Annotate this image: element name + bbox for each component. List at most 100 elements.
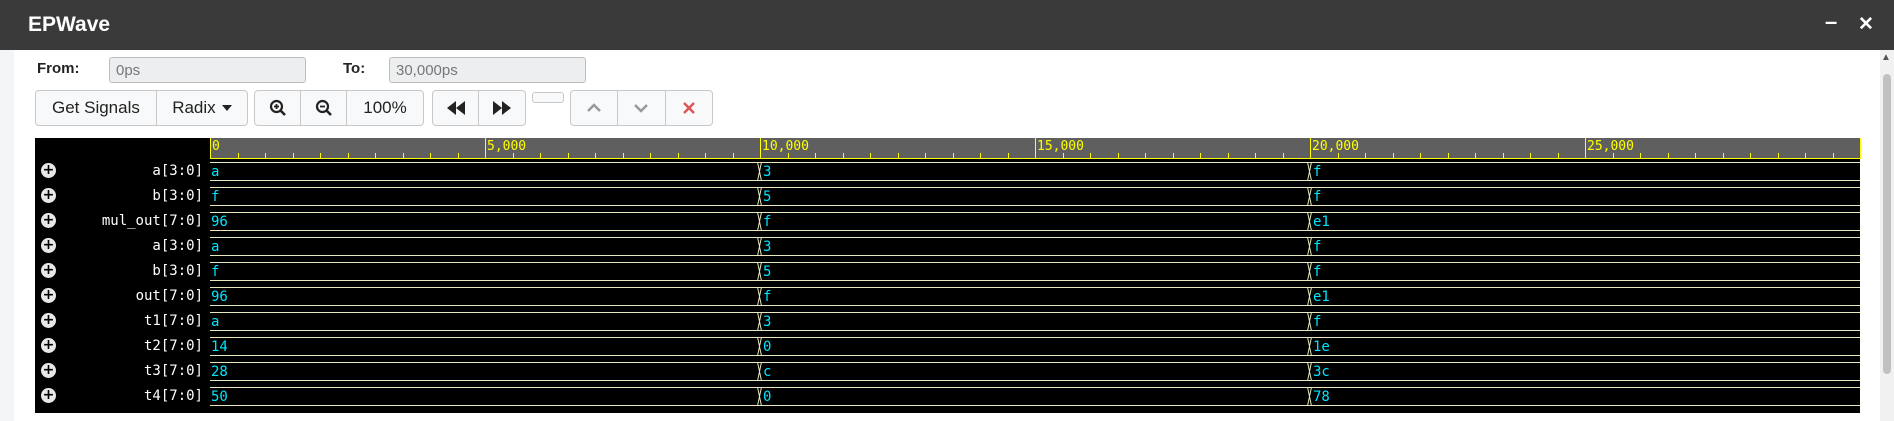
signal-label-cell: + a[3:0] xyxy=(35,159,203,184)
waveform-bottom-edge xyxy=(210,380,1860,381)
signal-waveform[interactable]: 50 0 78 xyxy=(210,384,1860,409)
signal-waveform[interactable]: a 3 f xyxy=(210,159,1860,184)
from-input[interactable] xyxy=(109,57,306,83)
get-signals-button[interactable]: Get Signals xyxy=(36,91,157,125)
waveform-top-edge xyxy=(210,362,1860,363)
signal-name[interactable]: out[7:0] xyxy=(68,288,203,304)
signal-row[interactable]: + b[3:0] f 5 f xyxy=(35,184,1860,209)
signal-row[interactable]: + a[3:0] a 3 f xyxy=(35,234,1860,259)
expand-plus-icon[interactable]: + xyxy=(41,188,56,203)
signal-name[interactable]: t3[7:0] xyxy=(68,363,203,379)
waveform-top-edge xyxy=(210,237,1860,238)
radix-dropdown[interactable]: Radix xyxy=(157,91,247,125)
window-title: EPWave xyxy=(28,13,111,36)
signal-row[interactable]: + t3[7:0] 28 c 3c xyxy=(35,359,1860,384)
remove-signal-button[interactable] xyxy=(666,91,712,125)
ruler-tick xyxy=(210,138,211,159)
signal-name[interactable]: b[3:0] xyxy=(68,263,203,279)
ruler-tick xyxy=(485,138,486,159)
expand-plus-icon[interactable]: + xyxy=(41,338,56,353)
expand-plus-icon[interactable]: + xyxy=(41,213,56,228)
signal-value: f xyxy=(1313,239,1322,255)
signal-row[interactable]: + a[3:0] a 3 f xyxy=(35,159,1860,184)
signal-row[interactable]: + t4[7:0] 50 0 78 xyxy=(35,384,1860,409)
rewind-button[interactable] xyxy=(433,91,480,125)
signal-value: 3c xyxy=(1313,364,1330,380)
signal-waveform[interactable]: a 3 f xyxy=(210,309,1860,334)
waveform-bottom-edge xyxy=(210,280,1860,281)
signal-row[interactable]: + t1[7:0] a 3 f xyxy=(35,309,1860,334)
waveform-viewer[interactable]: 0 5,000 10,000 15,000 20,000 25,000 + a[3:0] a 3… xyxy=(35,138,1861,413)
signal-row[interactable]: + out[7:0] 96 f e1 xyxy=(35,284,1860,309)
signal-name[interactable]: t4[7:0] xyxy=(68,388,203,404)
minimize-button[interactable]: – xyxy=(1825,9,1837,35)
signal-waveform[interactable]: f 5 f xyxy=(210,259,1860,284)
signal-waveform[interactable]: 96 f e1 xyxy=(210,284,1860,309)
expand-plus-icon[interactable]: + xyxy=(41,238,56,253)
signal-label-cell: + t4[7:0] xyxy=(35,384,203,409)
waveform-bottom-edge xyxy=(210,305,1860,306)
signal-name[interactable]: b[3:0] xyxy=(68,188,203,204)
signal-waveform[interactable]: 96 f e1 xyxy=(210,209,1860,234)
signal-label-cell: + t2[7:0] xyxy=(35,334,203,359)
value-transition xyxy=(1308,312,1312,331)
zoom-button-group: 100% xyxy=(254,90,424,126)
value-transition xyxy=(1308,237,1312,256)
ruler-tick-label: 10,000 xyxy=(762,139,809,154)
ruler-tick xyxy=(1585,138,1586,159)
expand-plus-icon[interactable]: + xyxy=(41,263,56,278)
caret-down-icon xyxy=(221,105,232,111)
signal-row[interactable]: + b[3:0] f 5 f xyxy=(35,259,1860,284)
navigate-button-group xyxy=(432,90,526,126)
ruler-tick xyxy=(1035,138,1036,159)
signal-waveform[interactable]: a 3 f xyxy=(210,234,1860,259)
time-ruler[interactable]: 0 5,000 10,000 15,000 20,000 25,000 xyxy=(210,138,1861,159)
fast-forward-button[interactable] xyxy=(479,91,525,125)
expand-plus-icon[interactable]: + xyxy=(41,163,56,178)
signal-name[interactable]: mul_out[7:0] xyxy=(68,213,203,229)
expand-plus-icon[interactable]: + xyxy=(41,388,56,403)
fast-forward-icon xyxy=(493,101,511,115)
signal-row[interactable]: + t2[7:0] 14 0 1e xyxy=(35,334,1860,359)
signals-button-group: Get Signals Radix xyxy=(35,90,248,126)
scroll-up-icon[interactable]: ▲ xyxy=(1881,52,1891,63)
to-input[interactable] xyxy=(389,57,586,83)
signal-value: f xyxy=(763,214,772,230)
zoom-out-button[interactable] xyxy=(301,91,347,125)
signal-value: 28 xyxy=(211,364,228,380)
close-button[interactable]: ✕ xyxy=(1858,13,1874,36)
zoom-in-icon xyxy=(269,99,286,116)
signal-name[interactable]: a[3:0] xyxy=(68,238,203,254)
ruler-tick xyxy=(1310,138,1311,159)
signal-value: a xyxy=(211,314,220,330)
value-transition xyxy=(758,162,762,181)
expand-plus-icon[interactable]: + xyxy=(41,313,56,328)
expand-plus-icon[interactable]: + xyxy=(41,288,56,303)
value-transition xyxy=(758,237,762,256)
signal-name[interactable]: a[3:0] xyxy=(68,163,203,179)
zoom-in-button[interactable] xyxy=(255,91,301,125)
signal-value: 3 xyxy=(763,239,772,255)
value-transition xyxy=(758,337,762,356)
signal-value: e1 xyxy=(1313,289,1330,305)
signal-name[interactable]: t1[7:0] xyxy=(68,313,203,329)
scroll-thumb[interactable] xyxy=(1883,74,1891,374)
expand-plus-icon[interactable]: + xyxy=(41,363,56,378)
waveform-bottom-edge xyxy=(210,330,1860,331)
signal-waveform[interactable]: f 5 f xyxy=(210,184,1860,209)
signal-waveform[interactable]: 14 0 1e xyxy=(210,334,1860,359)
move-down-button[interactable] xyxy=(618,91,666,125)
signal-waveform[interactable]: 28 c 3c xyxy=(210,359,1860,384)
signal-label-cell: + t1[7:0] xyxy=(35,309,203,334)
move-up-button[interactable] xyxy=(571,91,619,125)
vertical-scrollbar[interactable]: ▲ xyxy=(1880,50,1894,421)
empty-small-button[interactable] xyxy=(532,92,564,103)
ruler-tick xyxy=(1860,138,1861,159)
waveform-top-edge xyxy=(210,337,1860,338)
zoom-level-button[interactable]: 100% xyxy=(347,91,423,125)
signal-value: 96 xyxy=(211,214,228,230)
signal-row[interactable]: + mul_out[7:0] 96 f e1 xyxy=(35,209,1860,234)
signal-name[interactable]: t2[7:0] xyxy=(68,338,203,354)
zoom-level: 100% xyxy=(363,98,407,117)
signal-value: f xyxy=(1313,164,1322,180)
